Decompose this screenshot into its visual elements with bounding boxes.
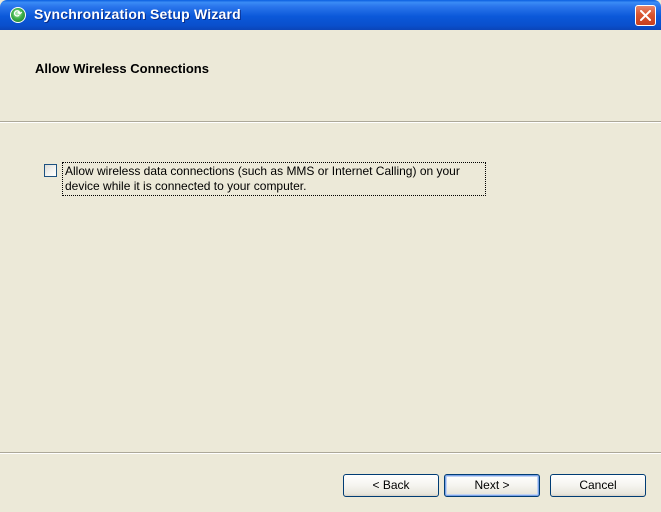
back-button-label: < Back xyxy=(372,478,410,492)
close-icon xyxy=(640,10,651,21)
allow-wireless-label[interactable]: Allow wireless data connections (such as… xyxy=(62,162,486,196)
header-divider xyxy=(0,121,661,123)
next-button[interactable]: Next > xyxy=(444,474,540,497)
footer-divider xyxy=(0,452,661,454)
title-bar[interactable]: ⟳ Synchronization Setup Wizard xyxy=(0,0,661,30)
page-title: Allow Wireless Connections xyxy=(35,61,209,76)
wizard-window: ⟳ Synchronization Setup Wizard Allow Wir… xyxy=(0,0,661,512)
wizard-header: Allow Wireless Connections xyxy=(0,30,661,120)
next-button-label: Next > xyxy=(474,478,510,492)
cancel-button-label: Cancel xyxy=(579,478,617,492)
close-button[interactable] xyxy=(635,5,656,26)
back-button[interactable]: < Back xyxy=(343,474,439,497)
allow-wireless-checkbox[interactable] xyxy=(44,164,57,177)
cancel-button[interactable]: Cancel xyxy=(550,474,646,497)
window-title: Synchronization Setup Wizard xyxy=(34,6,241,22)
sync-icon: ⟳ xyxy=(10,7,26,23)
